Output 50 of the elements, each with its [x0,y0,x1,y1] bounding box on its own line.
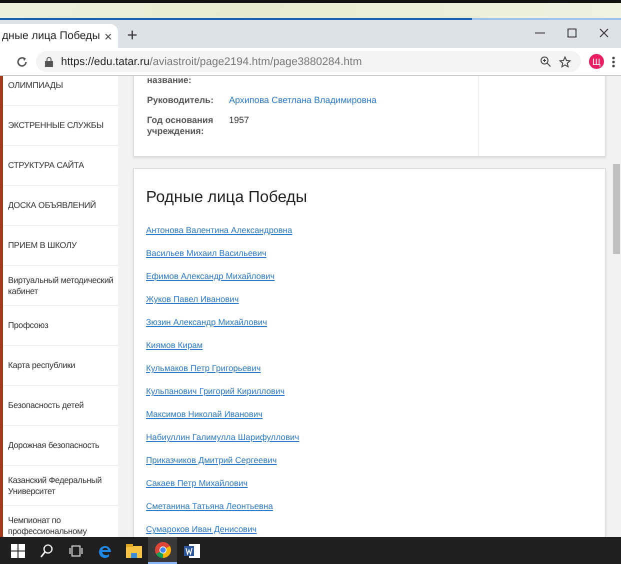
star-icon[interactable] [559,56,571,68]
sidebar-item[interactable]: СТРУКТУРА САЙТА [3,146,118,186]
person-link[interactable]: Киямов Кирам [146,340,593,351]
person-link[interactable]: Кульмаков Петр Григорьевич [146,363,593,374]
director-link[interactable]: Архипова Светлана Владимировна [229,95,377,106]
menu-icon[interactable] [612,56,615,68]
person-link[interactable]: Сакаев Петр Михайлович [146,478,593,489]
field-label: Год основания учреждения: [147,115,214,137]
person-link[interactable]: Набиуллин Галимулла Шарифуллович [146,432,593,443]
sidebar-item[interactable]: ДОСКА ОБЪЯВЛЕНИЙ [3,186,118,226]
search-icon[interactable] [40,544,53,558]
person-link[interactable]: Антонова Валентина Александровна [146,225,593,236]
person-link[interactable]: Кульпанович Григорий Кириллович [146,386,593,397]
new-tab-button[interactable]: + [127,25,138,45]
close-icon[interactable] [599,28,609,38]
maximize-icon[interactable] [567,28,577,38]
browser-tab[interactable]: дные лица Победы × [0,24,118,48]
sidebar-item[interactable]: Казанский Федеральный Университет [3,466,118,506]
person-link[interactable]: Сумароков Иван Денисович [146,524,593,535]
chrome-icon[interactable] [154,542,170,558]
windows-logo-icon[interactable] [10,544,24,558]
zoom-icon[interactable] [540,56,551,67]
person-link[interactable]: Сметанина Татьяна Леонтьевна [146,501,593,512]
person-link[interactable]: Васильев Михаил Васильевич [146,248,593,259]
sidebar-item[interactable]: Профсоюз [3,306,118,346]
sidebar-item[interactable]: ОЛИМПИАДЫ [3,76,118,106]
document-app-icon[interactable] [184,542,200,558]
folder-icon[interactable] [126,544,142,558]
field-label: название: [147,76,192,86]
sidebar-item[interactable]: Безопасность детей [3,386,118,426]
person-link[interactable]: Приказчиков Дмитрий Сергеевич [146,455,593,466]
sidebar-item[interactable]: Дорожная безопасность [3,426,118,466]
profile-avatar[interactable]: Щ [589,54,604,69]
field-value: 1957 [229,115,250,127]
sidebar-item[interactable]: ПРИЕМ В ШКОЛУ [3,226,118,266]
person-link[interactable]: Зюзин Александр Михайлович [146,317,593,328]
lock-icon [45,56,53,66]
address-bar[interactable]: https://edu.tatar.ru/aviastroit/page2194.htm/page3880284.htm [36,51,581,72]
field-label: Руководитель: [147,95,215,106]
person-link[interactable]: Максимов Николай Иванович [146,409,593,420]
task-view-icon[interactable] [68,544,82,556]
sidebar-item[interactable]: Виртуальный методический кабинет [3,266,118,306]
person-link[interactable]: Ефимов Александр Михайлович [146,271,593,282]
sidebar-item[interactable]: Карта республики [3,346,118,386]
close-tab-button[interactable]: × [104,28,112,44]
sidebar-item[interactable]: ЭКСТРЕННЫЕ СЛУЖБЫ [3,106,118,146]
reload-icon[interactable] [16,56,28,68]
scrollbar-thumb[interactable] [613,164,620,254]
section-heading: Родные лица Победы [146,189,308,207]
person-link[interactable]: Жуков Павел Иванович [146,294,593,305]
